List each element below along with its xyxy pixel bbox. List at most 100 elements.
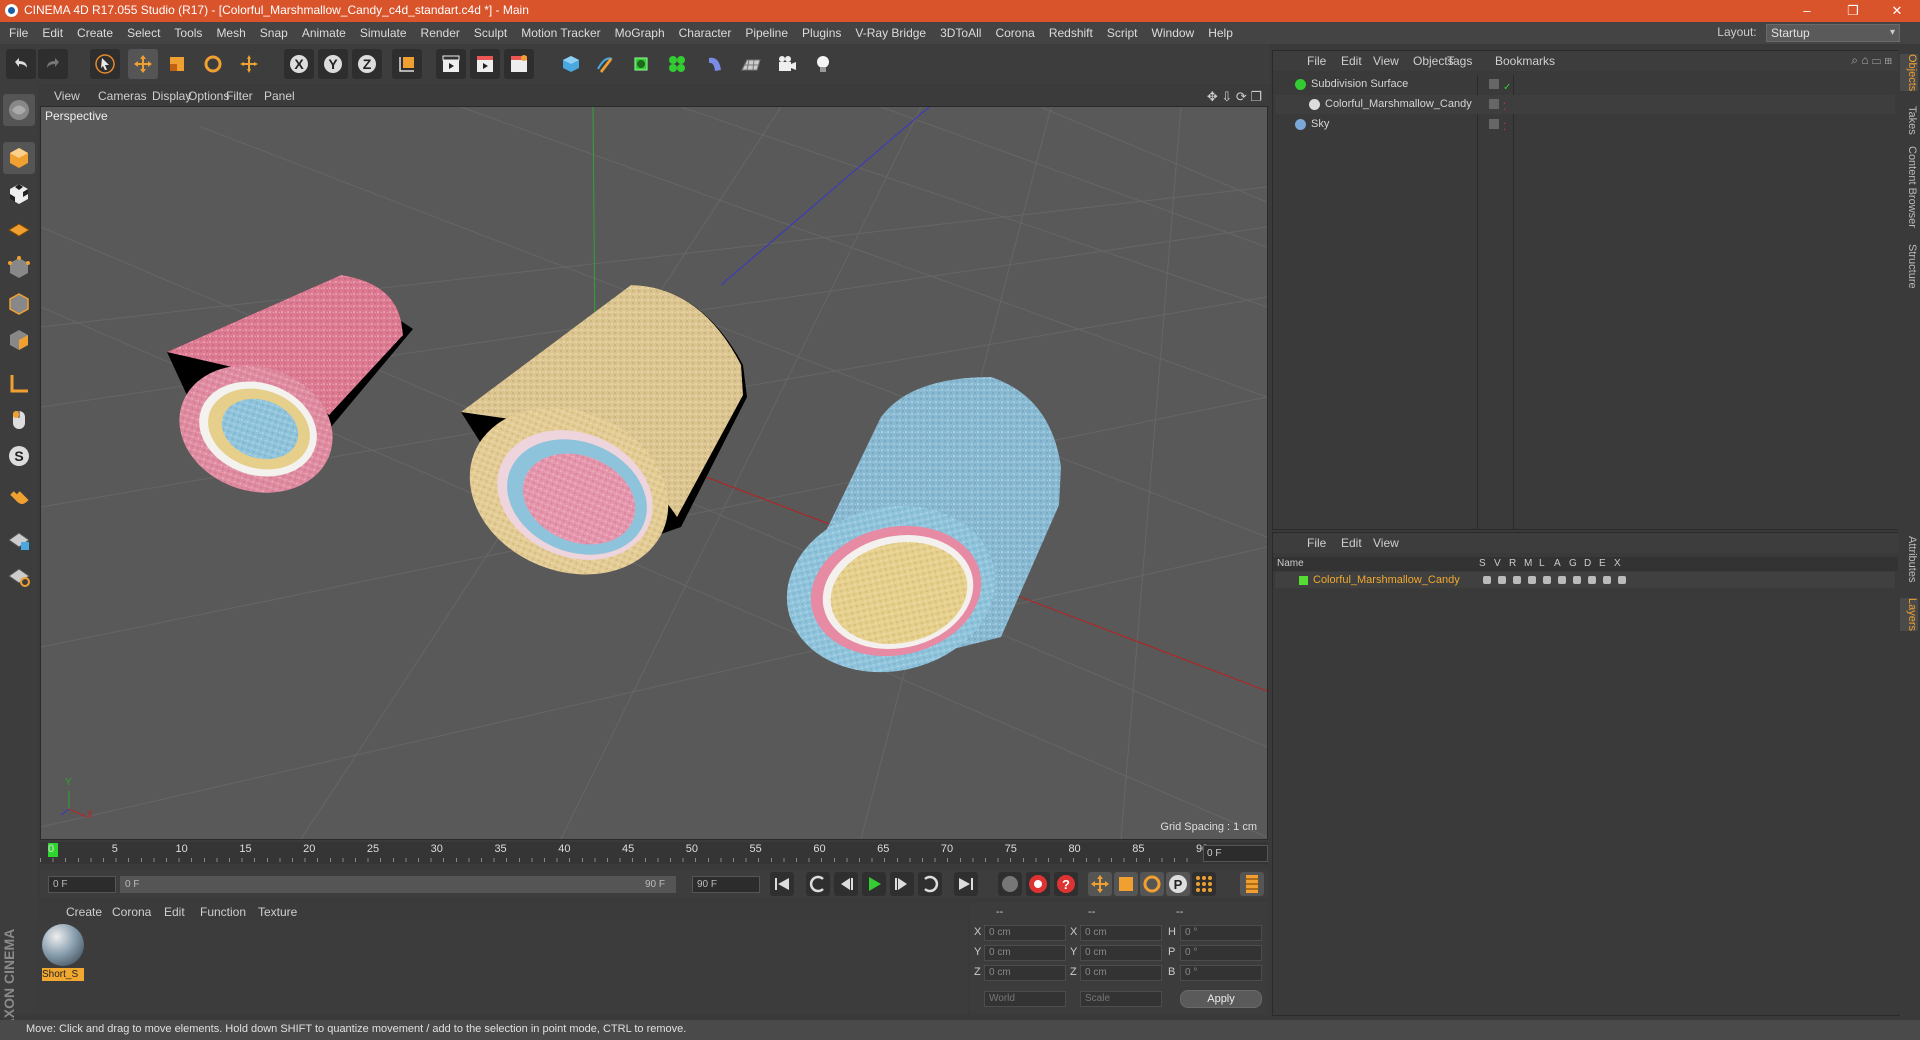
- polygons-mode-button[interactable]: [3, 324, 35, 356]
- tab-attributes[interactable]: Attributes: [1900, 536, 1918, 582]
- tab-content-browser[interactable]: Content Browser: [1900, 146, 1918, 228]
- object-menu-file[interactable]: File: [1307, 54, 1326, 68]
- go-to-start-button[interactable]: [770, 872, 794, 896]
- rotate-tool-button[interactable]: [198, 49, 228, 79]
- viewport-menu-display[interactable]: Display: [152, 89, 191, 103]
- x-axis-lock-button[interactable]: X: [284, 49, 314, 79]
- subdivision-surface-button[interactable]: [626, 49, 656, 79]
- material-menu-create[interactable]: Create: [66, 905, 102, 919]
- menu-script[interactable]: Script: [1100, 22, 1145, 44]
- rotation-b-field[interactable]: 0 °: [1180, 965, 1262, 981]
- layer-flag-icon[interactable]: [1483, 576, 1491, 584]
- menu-snap[interactable]: Snap: [253, 22, 295, 44]
- next-key-button[interactable]: [918, 872, 942, 896]
- layer-column-v[interactable]: V: [1494, 558, 1501, 569]
- menu-file[interactable]: File: [2, 22, 35, 44]
- z-axis-lock-button[interactable]: Z: [352, 49, 382, 79]
- maximize-button[interactable]: ❐: [1830, 0, 1876, 22]
- layer-flag-icon[interactable]: [1588, 576, 1596, 584]
- viewport-menu-panel[interactable]: Panel: [264, 89, 295, 103]
- menu-animate[interactable]: Animate: [295, 22, 353, 44]
- layer-tag-icon[interactable]: [1489, 99, 1499, 109]
- layer-flag-icon[interactable]: [1513, 576, 1521, 584]
- layer-menu-file[interactable]: File: [1307, 536, 1326, 550]
- menu-mograph[interactable]: MoGraph: [608, 22, 672, 44]
- tab-objects[interactable]: Objects: [1900, 54, 1918, 92]
- object-name[interactable]: Colorful_Marshmallow_Candy: [1325, 95, 1472, 114]
- position-z-field[interactable]: 0 cm: [984, 965, 1066, 981]
- layer-row[interactable]: Colorful_Marshmallow_Candy: [1275, 572, 1895, 588]
- cloner-button[interactable]: [662, 49, 692, 79]
- visibility-dot-icon[interactable]: ⁚: [1503, 118, 1506, 137]
- menu-sculpt[interactable]: Sculpt: [467, 22, 514, 44]
- object-name[interactable]: Subdivision Surface: [1311, 75, 1408, 94]
- layer-column-e[interactable]: E: [1599, 558, 1606, 569]
- layer-color-swatch[interactable]: [1299, 576, 1308, 585]
- material-menu-edit[interactable]: Edit: [164, 905, 185, 919]
- live-selection-button[interactable]: [234, 49, 264, 79]
- material-menu-texture[interactable]: Texture: [258, 905, 297, 919]
- menu-help[interactable]: Help: [1201, 22, 1240, 44]
- y-axis-lock-button[interactable]: Y: [318, 49, 348, 79]
- object-row[interactable]: Sky ⁚: [1275, 115, 1895, 134]
- layer-column-x[interactable]: X: [1614, 558, 1621, 569]
- layout-dropdown[interactable]: Startup: [1766, 24, 1900, 42]
- menu-v-ray-bridge[interactable]: V-Ray Bridge: [848, 22, 933, 44]
- size-x-field[interactable]: 0 cm: [1080, 925, 1162, 941]
- layer-menu-edit[interactable]: Edit: [1341, 536, 1362, 550]
- record-keys-button[interactable]: [998, 872, 1022, 896]
- layer-column-d[interactable]: D: [1584, 558, 1591, 569]
- edges-mode-button[interactable]: [3, 288, 35, 320]
- layer-menu-view[interactable]: View: [1373, 536, 1399, 550]
- rotation-h-field[interactable]: 0 °: [1180, 925, 1262, 941]
- light-button[interactable]: [808, 49, 838, 79]
- axis-mode-button[interactable]: [3, 368, 35, 400]
- camera-button[interactable]: [772, 49, 802, 79]
- select-tool-button[interactable]: [90, 49, 120, 79]
- points-mode-button[interactable]: [3, 252, 35, 284]
- keyframe-selection-button[interactable]: ?: [1054, 872, 1078, 896]
- layer-column-a[interactable]: A: [1554, 558, 1561, 569]
- deformer-button[interactable]: [700, 49, 730, 79]
- previous-frame-button[interactable]: [834, 872, 858, 896]
- workplane-mode-button[interactable]: [3, 214, 35, 246]
- size-z-field[interactable]: 0 cm: [1080, 965, 1162, 981]
- size-y-field[interactable]: 0 cm: [1080, 945, 1162, 961]
- key-scale-button[interactable]: [1114, 872, 1138, 896]
- layer-column-name[interactable]: Name: [1277, 558, 1304, 569]
- key-position-button[interactable]: [1088, 872, 1112, 896]
- next-frame-button[interactable]: [890, 872, 914, 896]
- object-menu-bookmarks[interactable]: Bookmarks: [1495, 54, 1555, 68]
- object-manager-search-icon[interactable]: ⌕ ⌂ ▭ ⊞: [1851, 53, 1892, 68]
- viewport-menu-filter[interactable]: Filter: [226, 89, 253, 103]
- render-view-button[interactable]: [436, 49, 466, 79]
- object-row[interactable]: Colorful_Marshmallow_Candy ⁚: [1275, 95, 1895, 114]
- menu-character[interactable]: Character: [672, 22, 739, 44]
- scale-tool-button[interactable]: [162, 49, 192, 79]
- menu-plugins[interactable]: Plugins: [795, 22, 848, 44]
- layer-name[interactable]: Colorful_Marshmallow_Candy: [1313, 572, 1460, 588]
- object-menu-edit[interactable]: Edit: [1341, 54, 1362, 68]
- menu-create[interactable]: Create: [70, 22, 120, 44]
- planar-workplane-button[interactable]: [3, 560, 35, 592]
- range-slider[interactable]: 0 F 90 F: [120, 876, 676, 893]
- undo-button[interactable]: [6, 49, 36, 79]
- minimize-button[interactable]: –: [1784, 0, 1830, 22]
- menu-select[interactable]: Select: [120, 22, 167, 44]
- snap-button[interactable]: S: [3, 440, 35, 472]
- object-name[interactable]: Sky: [1311, 115, 1329, 134]
- key-rotation-button[interactable]: [1140, 872, 1164, 896]
- menu-mesh[interactable]: Mesh: [209, 22, 252, 44]
- layer-tag-icon[interactable]: [1489, 119, 1499, 129]
- auto-keying-button[interactable]: [1026, 872, 1050, 896]
- play-button[interactable]: [862, 872, 886, 896]
- layer-column-l[interactable]: L: [1539, 558, 1545, 569]
- object-menu-tags[interactable]: Tags: [1447, 54, 1472, 68]
- layer-flag-icon[interactable]: [1558, 576, 1566, 584]
- viewport-nav-icons[interactable]: ✥ ⇩ ⟳ ❐: [1207, 89, 1262, 105]
- menu-corona[interactable]: Corona: [988, 22, 1041, 44]
- viewport-menu-options[interactable]: Options: [188, 89, 229, 103]
- key-pla-button[interactable]: [1192, 872, 1216, 896]
- rotation-p-field[interactable]: 0 °: [1180, 945, 1262, 961]
- object-row[interactable]: Subdivision Surface ✓: [1275, 75, 1895, 94]
